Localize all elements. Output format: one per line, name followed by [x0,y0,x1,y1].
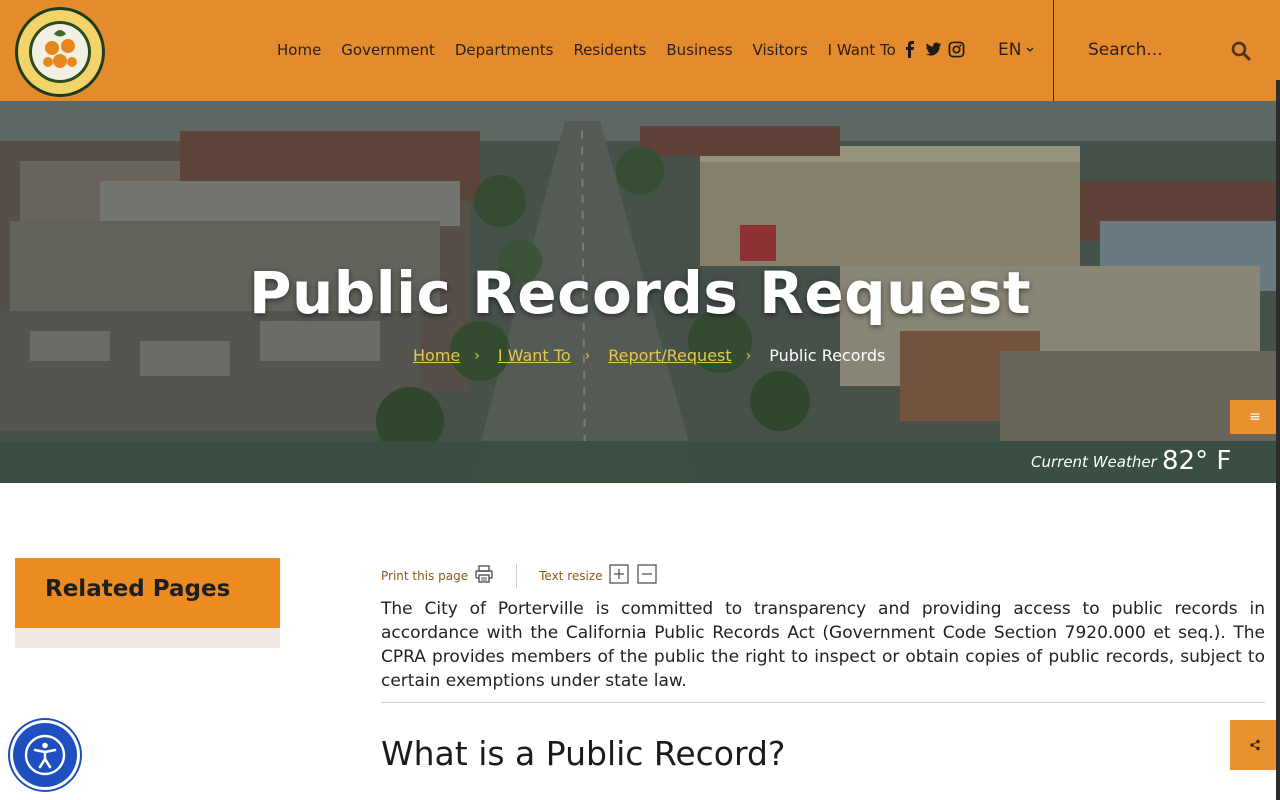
content-divider [381,702,1265,703]
city-logo[interactable] [14,6,106,98]
page-title: Public Records Request [248,259,1032,327]
nav-business[interactable]: Business [666,41,732,59]
weather-label: Current Weather [1031,453,1157,471]
page-tools: Print this page Text resize [381,564,657,588]
main-nav: Home Government Departments Residents Bu… [277,40,916,60]
nav-government[interactable]: Government [341,41,435,59]
twitter-icon[interactable] [925,41,942,58]
breadcrumb-i-want-to[interactable]: I Want To [498,346,571,365]
tools-divider [516,564,518,588]
nav-departments[interactable]: Departments [455,41,554,59]
breadcrumb-separator: › [745,347,752,364]
share-icon [1250,739,1260,751]
language-selector[interactable]: EN [998,40,1035,60]
search-icon[interactable] [1231,41,1251,61]
breadcrumb-current: Public Records [769,346,886,365]
nav-i-want-to[interactable]: I Want To [828,41,896,59]
site-header: Home Government Departments Residents Bu… [0,0,1280,101]
nav-residents[interactable]: Residents [573,41,646,59]
menu-icon: ≡ [1249,409,1261,425]
social-links [902,41,965,58]
language-label: EN [998,40,1022,60]
search-input[interactable] [1088,36,1218,64]
accessibility-icon [24,734,66,776]
text-increase-icon[interactable] [608,564,629,588]
weather-bar: Current Weather 82° F [0,441,1280,483]
text-resize-label: Text resize [539,569,603,583]
printer-icon[interactable] [474,564,494,588]
page-menu-toggle[interactable]: ≡ [1230,400,1280,434]
section-heading: What is a Public Record? [381,734,786,773]
facebook-icon[interactable] [902,41,919,58]
print-page-link[interactable]: Print this page [381,569,468,583]
breadcrumb-separator: › [584,347,591,364]
related-pages-list [15,628,280,648]
hero-banner: Public Records Request Home › I Want To … [0,101,1280,483]
breadcrumb: Home › I Want To › Report/Request › Publ… [413,346,885,365]
page-scrollbar[interactable] [1276,80,1280,800]
breadcrumb-home[interactable]: Home [413,346,460,365]
related-pages-title: Related Pages [45,576,231,602]
accessibility-button[interactable] [13,723,77,787]
share-button[interactable] [1230,720,1280,770]
intro-paragraph: The City of Porterville is committed to … [381,599,1265,691]
nav-visitors[interactable]: Visitors [753,41,808,59]
instagram-icon[interactable] [948,41,965,58]
header-divider [1053,0,1054,101]
related-pages-box: Related Pages [15,558,280,628]
nav-home[interactable]: Home [277,41,321,59]
breadcrumb-separator: › [474,347,480,364]
breadcrumb-report-request[interactable]: Report/Request [608,346,731,365]
text-decrease-icon[interactable] [636,564,657,588]
chevron-down-icon [1025,40,1035,60]
weather-temperature: 82° F [1162,446,1232,476]
